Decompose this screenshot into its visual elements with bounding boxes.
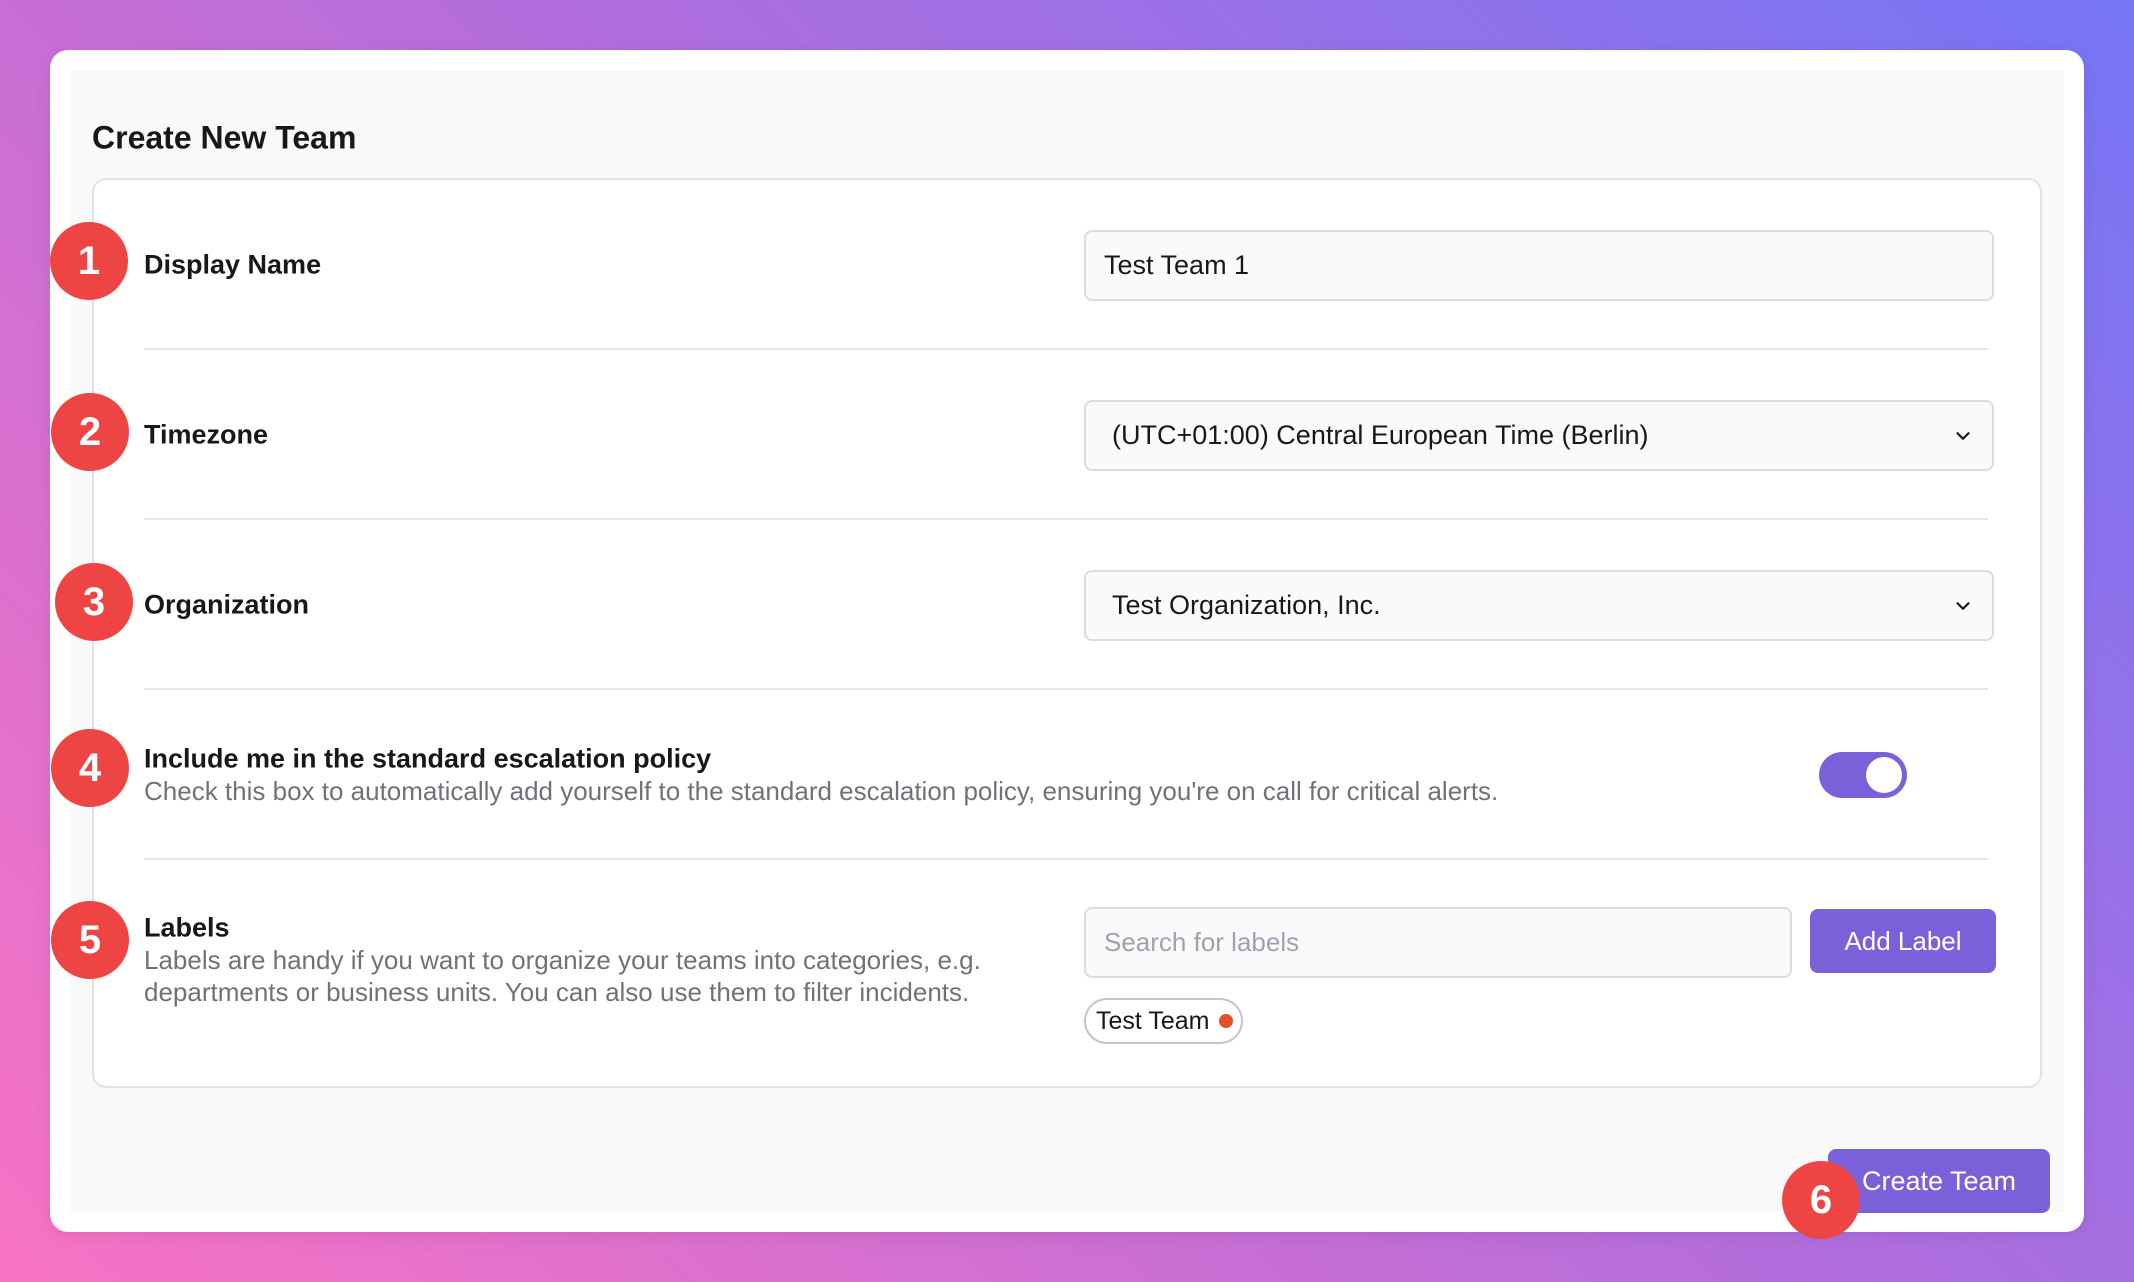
divider (144, 688, 1988, 690)
page-title: Create New Team (92, 119, 357, 156)
label-search-placeholder: Search for labels (1104, 927, 1300, 957)
escalation-label: Include me in the standard escalation po… (144, 743, 712, 774)
divider (144, 518, 1988, 520)
label-chip-text: Test Team (1096, 1006, 1210, 1035)
toggle-knob (1866, 757, 1902, 793)
timezone-select[interactable]: (UTC+01:00) Central European Time (Berli… (1084, 400, 1994, 471)
card-body: Create New Team Display Name Test Team 1… (70, 70, 2064, 1213)
labels-label: Labels (144, 912, 230, 943)
organization-select[interactable]: Test Organization, Inc. (1084, 570, 1994, 641)
team-form: Display Name Test Team 1 Timezone (UTC+0… (92, 178, 2042, 1088)
step-badge-1: 1 (50, 222, 128, 300)
create-team-card: Create New Team Display Name Test Team 1… (50, 50, 2084, 1232)
chevron-down-icon (1956, 601, 1970, 610)
label-chip[interactable]: Test Team (1084, 998, 1244, 1044)
labels-description-line2: departments or business units. You can a… (144, 977, 970, 1007)
display-name-label: Display Name (144, 249, 322, 280)
chevron-down-icon (1956, 431, 1970, 440)
divider (144, 858, 1988, 860)
step-badge-2: 2 (51, 393, 129, 471)
timezone-value: (UTC+01:00) Central European Time (Berli… (1112, 420, 1649, 450)
label-color-dot (1219, 1014, 1234, 1028)
create-team-button[interactable]: Create Team (1828, 1149, 2050, 1213)
step-badge-3: 3 (55, 563, 133, 641)
organization-value: Test Organization, Inc. (1112, 590, 1381, 620)
divider (144, 348, 1988, 350)
step-badge-4: 4 (51, 729, 129, 807)
organization-label: Organization (144, 589, 310, 620)
escalation-description: Check this box to automatically add your… (144, 776, 1499, 806)
escalation-toggle[interactable] (1819, 752, 1907, 798)
timezone-label: Timezone (144, 419, 269, 450)
step-badge-6: 6 (1782, 1161, 1860, 1239)
step-badge-5: 5 (51, 901, 129, 979)
label-search-input[interactable]: Search for labels (1084, 907, 1792, 978)
labels-description-line1: Labels are handy if you want to organize… (144, 945, 981, 975)
add-label-button[interactable]: Add Label (1810, 909, 1996, 973)
display-name-input[interactable]: Test Team 1 (1084, 230, 1994, 301)
display-name-value: Test Team 1 (1104, 250, 1250, 280)
